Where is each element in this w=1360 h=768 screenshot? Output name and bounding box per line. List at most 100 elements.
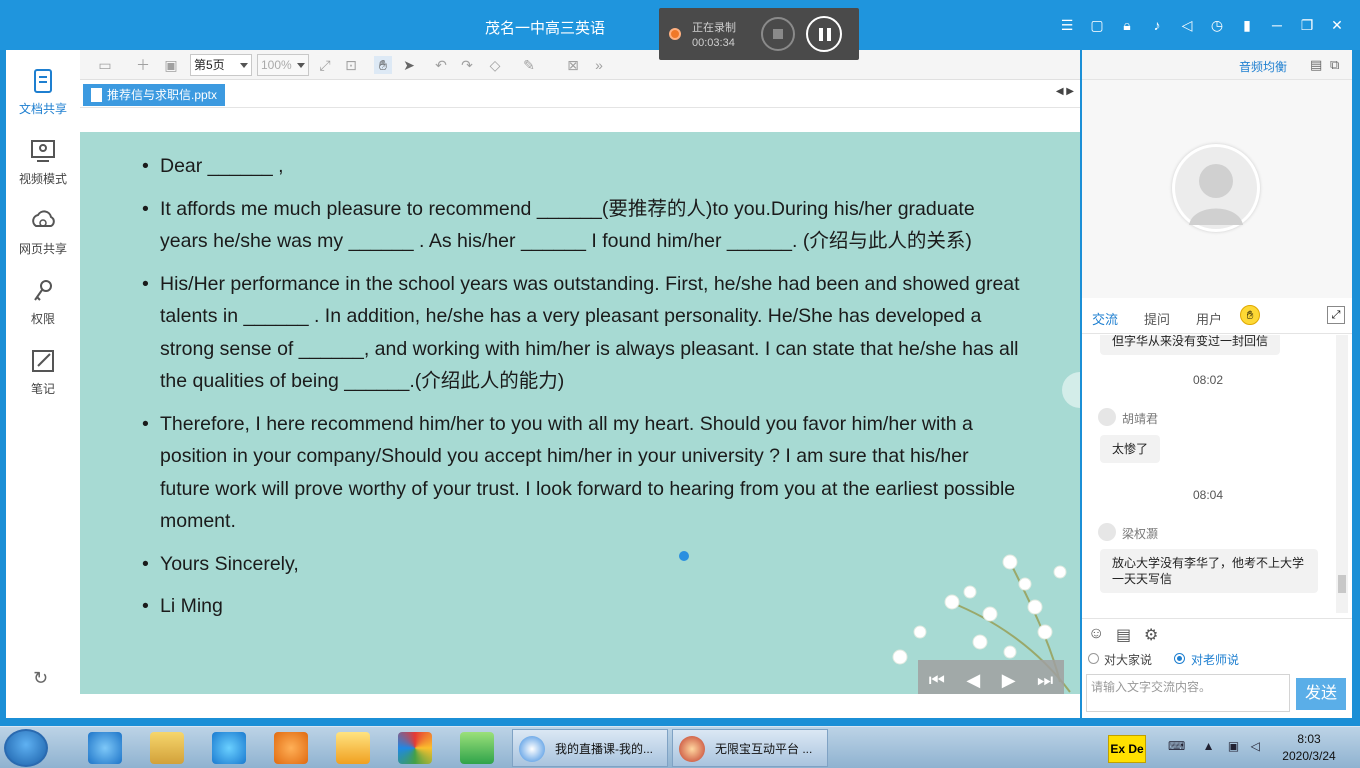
page-select[interactable]: 第5页 xyxy=(190,54,252,76)
microphone-icon[interactable]: ♪ xyxy=(1148,16,1166,34)
message-icon[interactable]: ▢ xyxy=(1088,16,1106,34)
recording-time: 00:03:34 xyxy=(692,37,735,49)
pen-icon[interactable]: ✎ xyxy=(520,56,538,74)
media-app-icon[interactable] xyxy=(274,732,308,764)
previous-slide-icon[interactable]: ◀ xyxy=(966,670,980,691)
lock-icon[interactable]: 🔒︎ xyxy=(1118,16,1136,34)
taskbar-task-live-course[interactable]: 我的直播课-我的... xyxy=(512,729,668,767)
fit-screen-icon[interactable]: ⤢ xyxy=(316,56,334,74)
chevron-down-icon xyxy=(297,63,305,68)
menu-icon[interactable]: ☰ xyxy=(1058,16,1076,34)
clock-date: 2020/3/24 xyxy=(1282,749,1336,763)
tray-app-badge[interactable]: Ex De xyxy=(1108,735,1146,763)
pause-recording-button[interactable] xyxy=(806,16,842,52)
stop-recording-button[interactable] xyxy=(761,17,795,51)
expand-icon[interactable]: ⤢ xyxy=(1327,306,1345,324)
open-folder-icon[interactable]: ▭ xyxy=(96,56,114,74)
emoji-icon[interactable]: ☺ xyxy=(1088,625,1104,643)
nav-item-video-mode[interactable]: 视频模式 xyxy=(6,136,80,187)
close-icon[interactable]: ✕ xyxy=(1328,16,1346,34)
video-player-icon[interactable] xyxy=(460,732,494,764)
chat-bubble: 但字华从来没有变过一封回信 xyxy=(1100,335,1281,355)
pointer-tool-icon[interactable]: ➤ xyxy=(400,56,418,74)
radio-all[interactable] xyxy=(1088,653,1099,664)
nav-item-permission[interactable]: 权限 xyxy=(6,276,80,327)
volume-icon[interactable]: ◁ xyxy=(1251,739,1260,753)
tab-question[interactable]: 提问 xyxy=(1144,309,1170,328)
tab-chat[interactable]: 交流 xyxy=(1092,309,1118,328)
start-button[interactable] xyxy=(4,729,48,767)
nav-item-notes[interactable]: 笔记 xyxy=(6,346,80,397)
taskbar: 我的直播课-我的... 无限宝互动平台 ... Ex De ⌨ ▲ ▣ ◁ 8:… xyxy=(0,726,1360,768)
keyboard-icon[interactable]: ⌨ xyxy=(1168,739,1185,753)
crop-icon[interactable]: ⊠ xyxy=(564,56,582,74)
popout-icon[interactable]: ⧉ xyxy=(1330,57,1339,73)
raise-hand-icon[interactable]: ✋︎ xyxy=(1240,305,1260,325)
slide: Dear ______ , It affords me much pleasur… xyxy=(80,132,1080,694)
recording-label: 正在录制 xyxy=(692,22,736,34)
chat-sender-name: 梁权灏 xyxy=(1122,527,1159,541)
tab-scroll-arrows-icon[interactable]: ◀ ▶ xyxy=(1056,86,1074,97)
next-slide-icon[interactable]: ▶ xyxy=(1002,670,1016,691)
avatar xyxy=(1098,408,1116,426)
bullet-item: Li Ming xyxy=(142,590,1022,623)
browser-icon[interactable] xyxy=(212,732,246,764)
chat-scrollbar[interactable] xyxy=(1336,335,1348,613)
save-icon[interactable]: ▣ xyxy=(162,56,180,74)
internet-explorer-icon[interactable] xyxy=(88,732,122,764)
eraser-icon[interactable]: ◇ xyxy=(486,56,504,74)
audio-balance-button[interactable]: 音频均衡 xyxy=(1239,58,1287,75)
user-settings-icon[interactable]: ⚙ xyxy=(1144,625,1158,645)
chrome-icon[interactable] xyxy=(398,732,432,764)
chevron-down-icon xyxy=(240,63,248,68)
right-panel-header: 音频均衡 ▤ ⧉ xyxy=(1082,50,1352,80)
chat-bubble: 放心大学没有李华了，他考不上大学一天天写信 xyxy=(1100,549,1318,593)
recording-panel: 正在录制 00:03:34 xyxy=(659,8,859,60)
signal-icon[interactable]: ▮ xyxy=(1238,16,1256,34)
right-panel: 音频均衡 ▤ ⧉ 交流 提问 用户 ✋︎ ⤢ 但字华从来没有变过一封回信 08:… xyxy=(1082,50,1352,718)
send-button[interactable]: 发送 xyxy=(1296,678,1346,710)
refresh-icon[interactable]: ↻ xyxy=(33,668,48,689)
chat-input[interactable]: 请输入文字交流内容。 xyxy=(1086,674,1290,712)
chat-sender: 胡靖君 xyxy=(1098,408,1158,427)
undo-icon[interactable]: ↶ xyxy=(432,56,450,74)
radio-teacher[interactable] xyxy=(1174,653,1185,664)
clipboard-icon[interactable]: ▤ xyxy=(1116,625,1131,645)
side-expand-handle[interactable] xyxy=(1062,372,1080,408)
tray-icons: ⌨ ▲ ▣ ◁ xyxy=(1168,739,1260,753)
zoom-value: 100% xyxy=(261,58,292,72)
fit-width-icon[interactable]: ⊡ xyxy=(342,56,360,74)
chat-target-options: 对大家说 对老师说 xyxy=(1082,650,1352,670)
user-avatar-icon xyxy=(1189,164,1243,225)
more-icon[interactable]: » xyxy=(590,56,608,74)
chat-timestamp: 08:04 xyxy=(1192,488,1224,502)
task-label: 无限宝互动平台 ... xyxy=(715,742,813,756)
clock-icon[interactable]: ◷ xyxy=(1208,16,1226,34)
tab-users[interactable]: 用户 xyxy=(1196,309,1222,328)
redo-icon[interactable]: ↷ xyxy=(458,56,476,74)
new-page-icon[interactable]: ＋ xyxy=(134,56,152,74)
volume-icon[interactable]: ◁ xyxy=(1178,16,1196,34)
chat-bubble: 太惨了 xyxy=(1100,435,1161,463)
network-icon[interactable]: ▣ xyxy=(1228,739,1239,753)
file-explorer-icon[interactable] xyxy=(150,732,184,764)
store-app-icon[interactable] xyxy=(336,732,370,764)
screen-icon[interactable]: ▤ xyxy=(1310,57,1322,73)
nav-item-document-share[interactable]: 文档共享 xyxy=(6,66,80,117)
document-toolbar: ▭ ＋ ▣ 第5页 100% ⤢ ⊡ ✋︎ ➤ ↶ ↷ ◇ ✎ ⊠ » xyxy=(80,50,1080,80)
hand-tool-icon[interactable]: ✋︎ xyxy=(374,56,392,74)
first-slide-icon[interactable]: ⏮ xyxy=(929,670,945,691)
scrollbar-thumb[interactable] xyxy=(1338,575,1346,593)
chat-sender: 梁权灏 xyxy=(1098,523,1159,542)
restore-icon[interactable]: ❐ xyxy=(1298,16,1316,34)
nav-item-web-share[interactable]: 网页共享 xyxy=(6,206,80,257)
zoom-select[interactable]: 100% xyxy=(257,54,309,76)
taskbar-task-interactive-platform[interactable]: 无限宝互动平台 ... xyxy=(672,729,828,767)
last-slide-icon[interactable]: ⏭ xyxy=(1037,670,1053,691)
taskbar-clock[interactable]: 8:03 2020/3/24 xyxy=(1274,731,1344,765)
document-tab[interactable]: 推荐信与求职信.pptx xyxy=(83,84,226,106)
title-bar-icons: ☰ ▢ 🔒︎ ♪ ◁ ◷ ▮ ─ ❐ ✕ xyxy=(1058,16,1346,34)
show-hidden-icons[interactable]: ▲ xyxy=(1203,739,1215,753)
slide-navigation: ⏮ ◀ ▶ ⏭ xyxy=(918,660,1064,694)
minimize-icon[interactable]: ─ xyxy=(1268,16,1286,34)
